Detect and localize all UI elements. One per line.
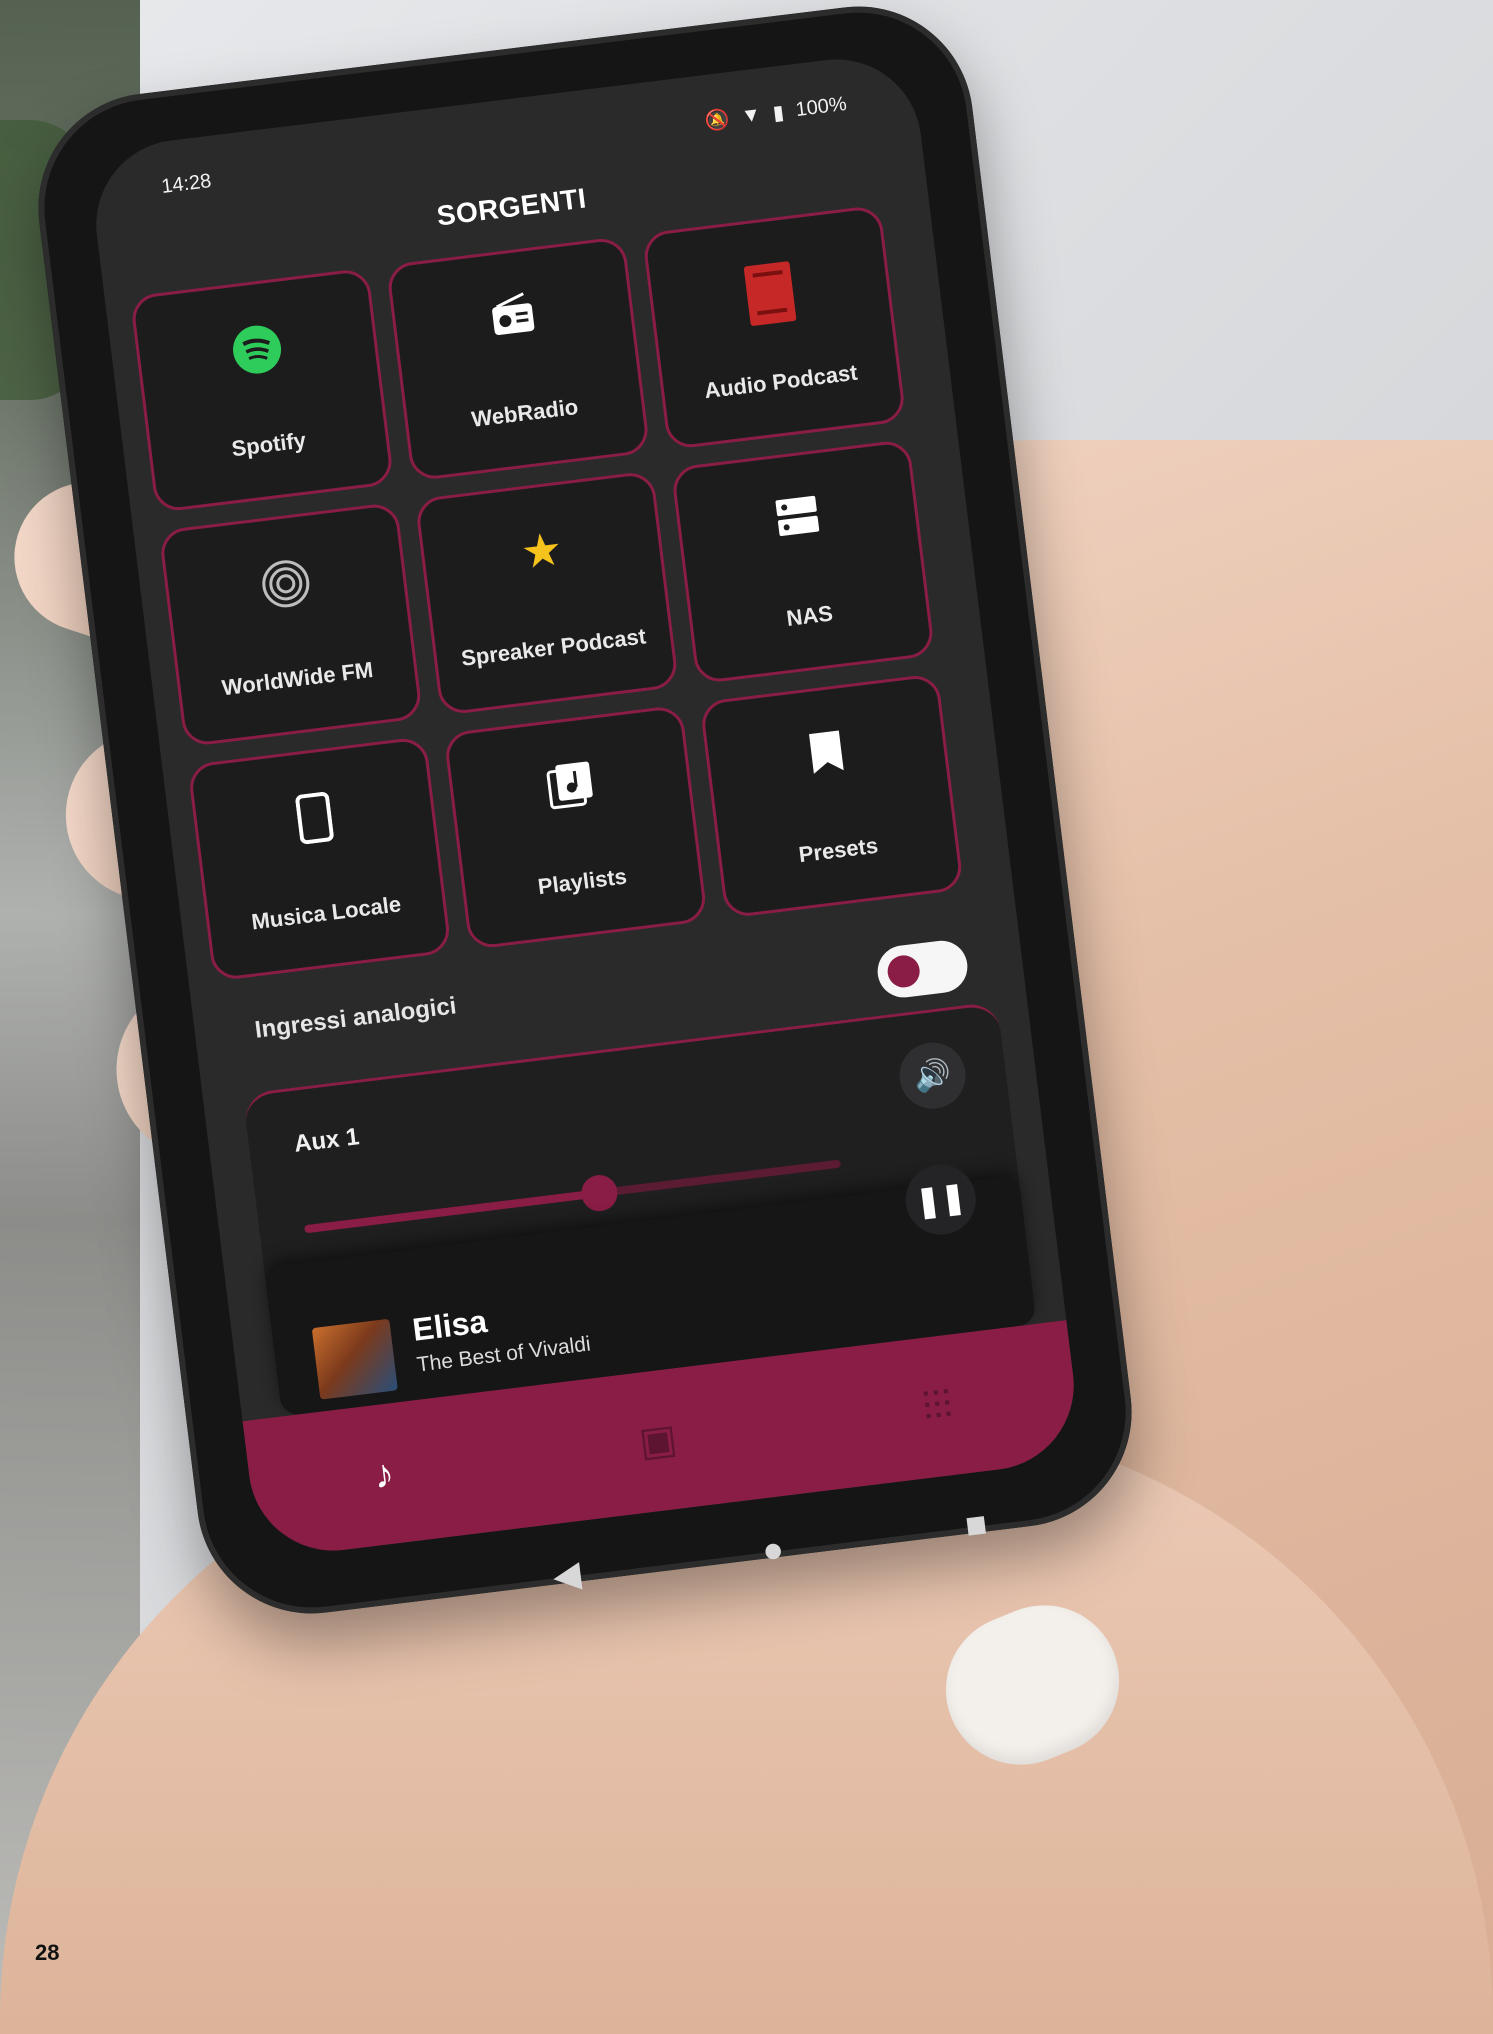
aux-label: Aux 1 (292, 1123, 361, 1158)
slider-thumb[interactable] (579, 1173, 620, 1214)
source-tile-worldwide-fm[interactable]: WorldWide FM (158, 501, 424, 748)
source-label: Musica Locale (250, 891, 403, 935)
mute-icon: 🔕 (703, 108, 731, 134)
slider-fill (304, 1189, 600, 1234)
wifi-icon: ▼ (739, 103, 763, 128)
battery-icon: ▮ (771, 101, 786, 125)
bookmark-icon (807, 728, 847, 783)
playlist-icon (545, 759, 597, 817)
page-number: 28 (35, 1940, 60, 1965)
source-label: Spotify (230, 427, 308, 462)
battery-percent: 100% (794, 92, 848, 122)
now-playing-artist: Elisa (410, 1302, 490, 1348)
sources-grid: Spotify WebRadio Audio Podcast WorldWide… (129, 202, 988, 982)
source-tile-spreaker-podcast[interactable]: ★ Spreaker Podcast (414, 470, 680, 716)
status-time: 14:28 (160, 169, 213, 198)
source-label: Audio Podcast (702, 359, 859, 404)
source-label: NAS (785, 600, 835, 631)
source-tile-nas[interactable]: NAS (670, 438, 936, 685)
status-icons: 🔕 ▼ ▮ 100% (703, 92, 848, 134)
source-label: Presets (797, 832, 880, 868)
source-label: Spreaker Podcast (459, 623, 648, 671)
source-tile-musica-locale[interactable]: Musica Locale (187, 735, 452, 982)
source-label: WorldWide FM (220, 656, 375, 701)
music-note-icon[interactable]: ♪ (371, 1451, 396, 1498)
album-cover (311, 1318, 398, 1400)
home-icon[interactable]: ● (760, 1527, 787, 1571)
source-tile-presets[interactable]: Presets (699, 673, 965, 919)
source-label: Playlists (536, 863, 629, 900)
source-tile-playlists[interactable]: Playlists (443, 704, 709, 951)
phone-screen: 14:28 🔕 ▼ ▮ 100% SORGENTI Spotify WebRad… (86, 49, 1084, 1561)
speaker-icon[interactable]: ▣ (636, 1416, 680, 1466)
equalizer-icon[interactable]: ⫶⫶⫶ (920, 1382, 955, 1430)
analog-inputs-heading: Ingressi analogici (253, 992, 458, 1044)
source-label: WebRadio (470, 393, 580, 432)
toggle-knob (885, 953, 922, 990)
source-tile-spotify[interactable]: Spotify (129, 267, 395, 514)
volume-icon[interactable]: 🔊 (895, 1038, 970, 1113)
podcast-icon (741, 259, 799, 336)
back-icon[interactable]: ◀ (551, 1552, 584, 1597)
recents-icon[interactable]: ■ (963, 1503, 990, 1547)
analog-inputs-toggle[interactable] (874, 937, 971, 1001)
source-tile-webradio[interactable]: WebRadio (385, 236, 651, 482)
source-tile-audio-podcast[interactable]: Audio Podcast (641, 204, 907, 451)
spotify-icon (229, 322, 286, 385)
nas-icon (773, 493, 822, 545)
star-icon: ★ (518, 522, 566, 579)
phone-icon (295, 791, 336, 852)
radio-icon (487, 291, 539, 347)
worldwide-fm-icon (258, 556, 315, 619)
